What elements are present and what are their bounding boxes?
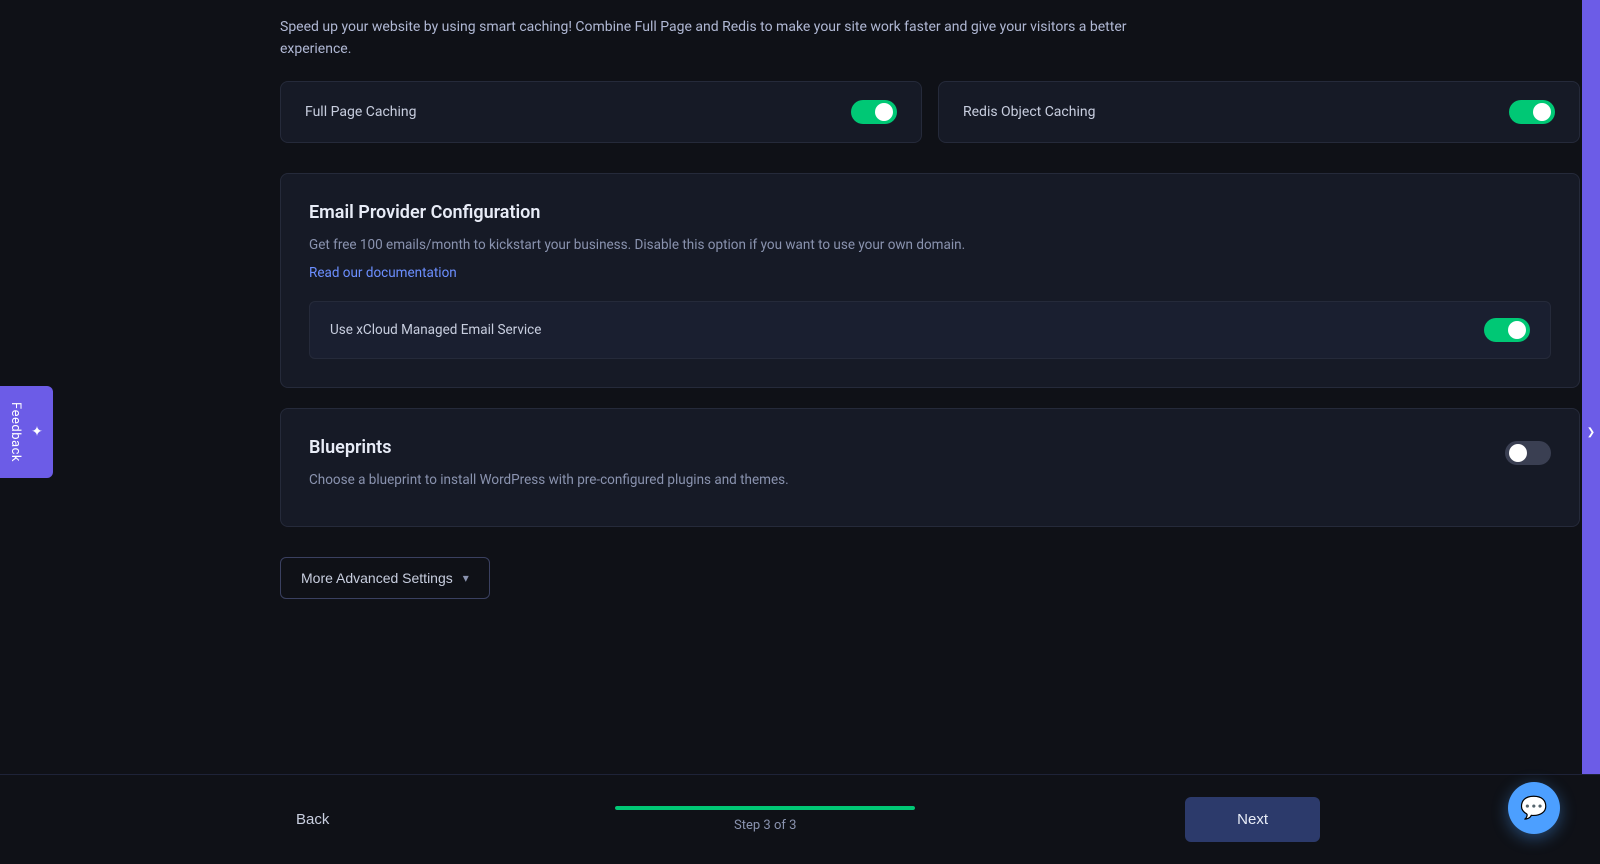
caching-row: Full Page Caching Redis Object Caching	[280, 81, 1580, 143]
bottom-bar: Back Step 3 of 3 Next	[0, 774, 1600, 864]
email-section: Email Provider Configuration Get free 10…	[280, 173, 1580, 389]
step-text: Step 3 of 3	[734, 818, 796, 833]
chevron-right-icon: ❯	[1587, 427, 1595, 438]
full-page-caching-toggle[interactable]	[851, 100, 897, 124]
feedback-tab[interactable]: ✦ Feedback	[0, 386, 53, 478]
progress-bar	[615, 806, 915, 810]
email-toggle-label: Use xCloud Managed Email Service	[330, 322, 541, 338]
star-icon: ✦	[29, 424, 45, 441]
more-advanced-settings-button[interactable]: More Advanced Settings ▾	[280, 557, 490, 599]
blueprints-toggle[interactable]	[1505, 441, 1551, 465]
next-button[interactable]: Next	[1185, 797, 1320, 842]
progress-bar-fill	[615, 806, 915, 810]
email-section-title: Email Provider Configuration	[309, 202, 1551, 223]
email-documentation-link[interactable]: Read our documentation	[309, 265, 457, 281]
back-button[interactable]: Back	[280, 801, 345, 838]
full-page-caching-card: Full Page Caching	[280, 81, 922, 143]
email-toggle-row: Use xCloud Managed Email Service	[309, 301, 1551, 359]
redis-caching-card: Redis Object Caching	[938, 81, 1580, 143]
redis-caching-label: Redis Object Caching	[963, 104, 1095, 120]
step-indicator: Step 3 of 3	[615, 806, 915, 833]
top-description: Speed up your website by using smart cac…	[280, 0, 1180, 81]
full-page-caching-label: Full Page Caching	[305, 104, 416, 120]
blueprints-section: Blueprints Choose a blueprint to install…	[280, 408, 1580, 527]
blueprints-title: Blueprints	[309, 437, 1505, 458]
right-panel[interactable]: ❯	[1582, 0, 1600, 864]
chevron-down-icon: ▾	[463, 571, 469, 585]
redis-caching-toggle[interactable]	[1509, 100, 1555, 124]
chat-icon: 💬	[1520, 796, 1547, 821]
feedback-label: Feedback	[8, 402, 23, 462]
chat-widget[interactable]: 💬	[1508, 782, 1560, 834]
blueprints-description: Choose a blueprint to install WordPress …	[309, 470, 1505, 492]
email-toggle[interactable]	[1484, 318, 1530, 342]
advanced-settings-label: More Advanced Settings	[301, 570, 453, 586]
email-section-description: Get free 100 emails/month to kickstart y…	[309, 235, 1551, 257]
